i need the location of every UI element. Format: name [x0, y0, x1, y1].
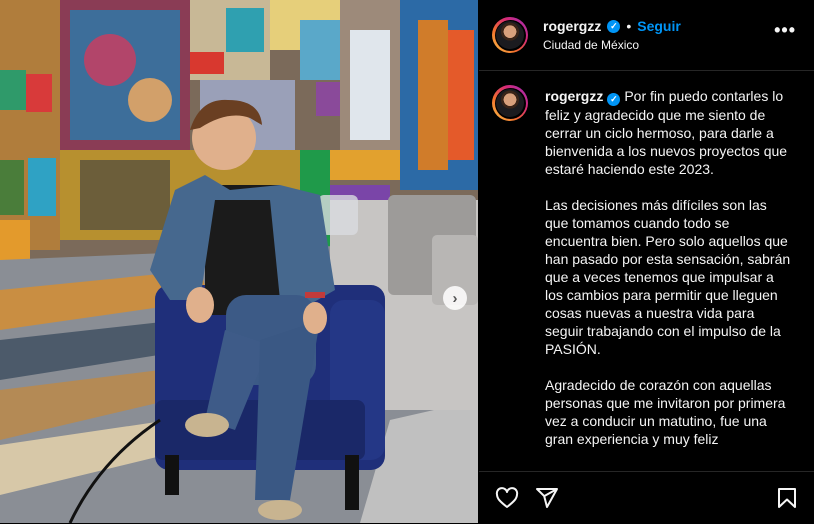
username-link[interactable]: rogergzz	[543, 18, 601, 34]
verified-badge-icon: ✓	[607, 92, 621, 106]
share-button[interactable]	[535, 486, 559, 515]
photo-illustration	[0, 0, 478, 523]
save-button[interactable]	[775, 486, 799, 515]
chevron-right-icon: ›	[452, 289, 458, 307]
caption: rogergzz ✓ Por fin puedo contarles lo feli…	[545, 87, 791, 448]
more-options-button[interactable]: •••	[774, 21, 796, 39]
caption-avatar[interactable]	[492, 85, 528, 121]
post-photo[interactable]: ›	[0, 0, 478, 523]
like-button[interactable]	[495, 486, 519, 515]
avatar[interactable]	[492, 17, 528, 53]
action-bar	[479, 471, 814, 524]
post-header: rogergzz ✓ • Seguir Ciudad de México •••	[479, 0, 814, 71]
post-side-panel: rogergzz ✓ • Seguir Ciudad de México •••…	[479, 0, 814, 523]
verified-badge-icon: ✓	[607, 19, 621, 33]
avatar-image	[496, 21, 524, 49]
bookmark-icon	[778, 488, 796, 508]
next-photo-button[interactable]: ›	[443, 286, 467, 310]
paper-plane-icon	[536, 488, 558, 508]
caption-area: rogergzz ✓ Por fin puedo contarles lo feli…	[479, 71, 814, 471]
caption-text: Por fin puedo contarles lo feliz y agrad…	[545, 88, 791, 447]
avatar-image	[496, 89, 524, 117]
separator-dot: •	[626, 18, 632, 34]
follow-button[interactable]: Seguir	[637, 18, 681, 34]
location-link[interactable]: Ciudad de México	[543, 38, 639, 52]
caption-username-link[interactable]: rogergzz	[545, 88, 603, 104]
heart-icon	[495, 487, 519, 508]
